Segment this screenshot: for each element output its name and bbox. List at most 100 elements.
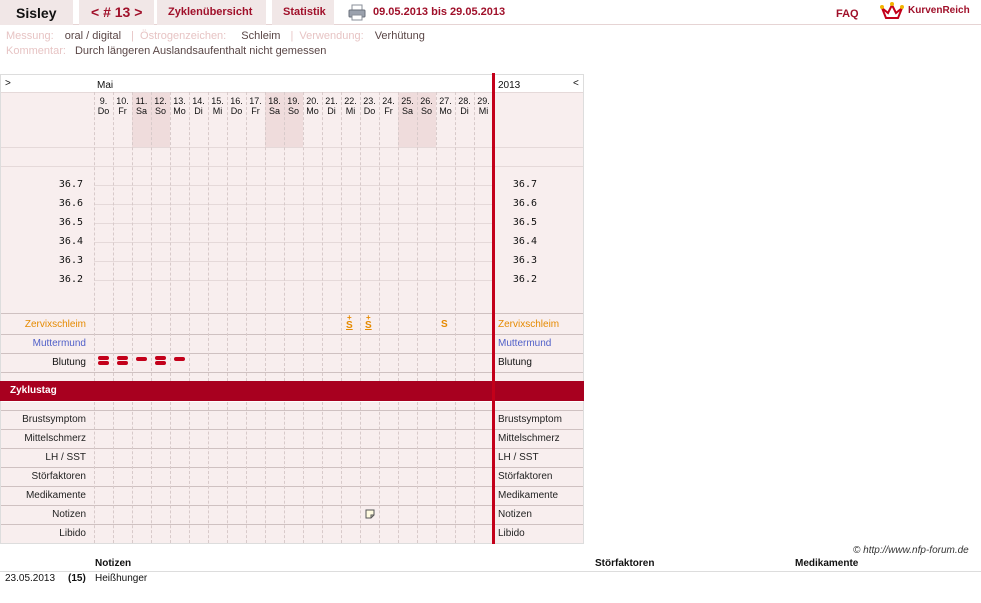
messung-label: Messung:: [6, 30, 54, 42]
day-header[interactable]: 17. Fr: [246, 96, 265, 116]
temp-label: 36.5: [58, 217, 83, 228]
day-header[interactable]: 25. Sa: [398, 96, 417, 116]
day-weekday: Mo: [173, 106, 186, 116]
day-grid-line: [322, 92, 323, 381]
chart-next-arrow[interactable]: <: [573, 78, 579, 89]
bleeding-mark[interactable]: [98, 356, 109, 360]
day-header[interactable]: 16. Do: [227, 96, 246, 116]
temp-grid-line: [94, 223, 493, 224]
row-divider: [1, 334, 583, 335]
bleeding-mark[interactable]: [117, 361, 128, 365]
day-grid-line: [398, 92, 399, 381]
day-header[interactable]: 11. Sa: [132, 96, 151, 116]
day-weekday: Di: [327, 106, 336, 116]
tab-zyklenuebersicht[interactable]: Zyklenübersicht: [157, 0, 266, 25]
row-label-zervixschleim-right: Zervixschleim: [498, 319, 560, 330]
grid-line: [1, 166, 583, 167]
brand-name: KurvenReich: [908, 5, 970, 16]
day-grid-line: [189, 402, 190, 543]
mucus-mark[interactable]: + S: [365, 314, 372, 331]
day-weekday: Fr: [251, 106, 260, 116]
date-range: 09.05.2013 bis 29.05.2013: [373, 6, 506, 18]
day-date: 14.: [192, 96, 205, 106]
day-weekday: Mi: [478, 106, 489, 116]
separator: |: [290, 30, 294, 42]
temp-grid-line: [94, 242, 493, 243]
faq-link[interactable]: FAQ: [836, 8, 859, 20]
cycle-day-title: Zyklustag: [10, 385, 57, 396]
day-grid-line: [379, 92, 380, 381]
row-divider: [1, 410, 583, 411]
row-label-muttermund: Muttermund: [32, 338, 86, 349]
notes-col-stoerfaktoren: Störfaktoren: [595, 558, 655, 569]
day-grid-line: [113, 92, 114, 381]
bleeding-mark[interactable]: [174, 357, 185, 361]
bleeding-mark[interactable]: [136, 357, 147, 361]
day-header[interactable]: 24. Fr: [379, 96, 398, 116]
day-header[interactable]: 23. Do: [360, 96, 379, 116]
grid-line: [1, 147, 583, 148]
day-header[interactable]: 28. Di: [455, 96, 474, 116]
day-header[interactable]: 14. Di: [189, 96, 208, 116]
temp-label: 36.6: [58, 198, 83, 209]
verwendung-value: Verhütung: [374, 30, 425, 42]
row-label-stoerfaktoren: Störfaktoren: [31, 471, 86, 482]
day-header[interactable]: 18. Sa: [265, 96, 284, 116]
bleeding-mark[interactable]: [155, 356, 166, 360]
day-header[interactable]: 19. So: [284, 96, 303, 116]
day-grid-line: [417, 402, 418, 543]
tab-statistik[interactable]: Statistik: [272, 0, 334, 25]
bleeding-mark[interactable]: [117, 356, 128, 360]
cycle-navigator[interactable]: < # 13 >: [79, 0, 154, 25]
day-header[interactable]: 21. Di: [322, 96, 341, 116]
day-header[interactable]: 12. So: [151, 96, 170, 116]
day-header[interactable]: 13. Mo: [170, 96, 189, 116]
day-grid-line: [284, 402, 285, 543]
day-header[interactable]: 9. Do: [94, 96, 113, 116]
temp-label-right: 36.7: [512, 179, 537, 190]
bleeding-mark[interactable]: [155, 361, 166, 365]
day-header[interactable]: 22. Mi: [341, 96, 360, 116]
chart-prev-arrow[interactable]: >: [5, 78, 11, 89]
notes-col-medikamente: Medikamente: [795, 558, 859, 569]
day-grid-line: [360, 402, 361, 543]
mucus-mark[interactable]: + S: [346, 314, 353, 331]
row-divider: [1, 486, 583, 487]
brand-logo[interactable]: KurvenReich: [880, 2, 980, 22]
day-grid-line: [303, 402, 304, 543]
day-grid-line: [303, 92, 304, 381]
note-icon[interactable]: [365, 509, 375, 519]
day-date: 16.: [230, 96, 243, 106]
row-divider: [1, 353, 583, 354]
temp-label: 36.2: [58, 274, 83, 285]
row-label-muttermund-right: Muttermund: [498, 338, 552, 349]
day-weekday: Fr: [384, 106, 393, 116]
day-date: 18.: [268, 96, 281, 106]
day-grid-line: [94, 92, 95, 381]
row-label-brustsymptom: Brustsymptom: [22, 414, 86, 425]
day-weekday: Do: [97, 106, 110, 116]
day-header[interactable]: 26. So: [417, 96, 436, 116]
day-header[interactable]: 10. Fr: [113, 96, 132, 116]
day-header[interactable]: 15. Mi: [208, 96, 227, 116]
day-date: 23.: [363, 96, 376, 106]
temp-label-right: 36.6: [512, 198, 537, 209]
row-label-medikamente-right: Medikamente: [498, 490, 559, 501]
day-grid-line: [227, 402, 228, 543]
today-marker: [492, 73, 495, 544]
temp-label: 36.7: [58, 179, 83, 190]
bleeding-mark[interactable]: [98, 361, 109, 365]
row-label-stoerfaktoren-right: Störfaktoren: [498, 471, 553, 482]
day-header[interactable]: 29. Mi: [474, 96, 493, 116]
day-header[interactable]: 27. Mo: [436, 96, 455, 116]
row-divider: [1, 505, 583, 506]
mucus-mark[interactable]: S: [441, 320, 448, 330]
day-date: 22.: [344, 96, 357, 106]
day-header[interactable]: 20. Mo: [303, 96, 322, 116]
day-grid-line: [322, 402, 323, 543]
user-name: Sisley: [0, 0, 73, 25]
printer-icon[interactable]: [348, 4, 366, 21]
row-divider: [1, 372, 583, 373]
day-date: 27.: [439, 96, 452, 106]
row-label-notizen: Notizen: [52, 509, 86, 520]
